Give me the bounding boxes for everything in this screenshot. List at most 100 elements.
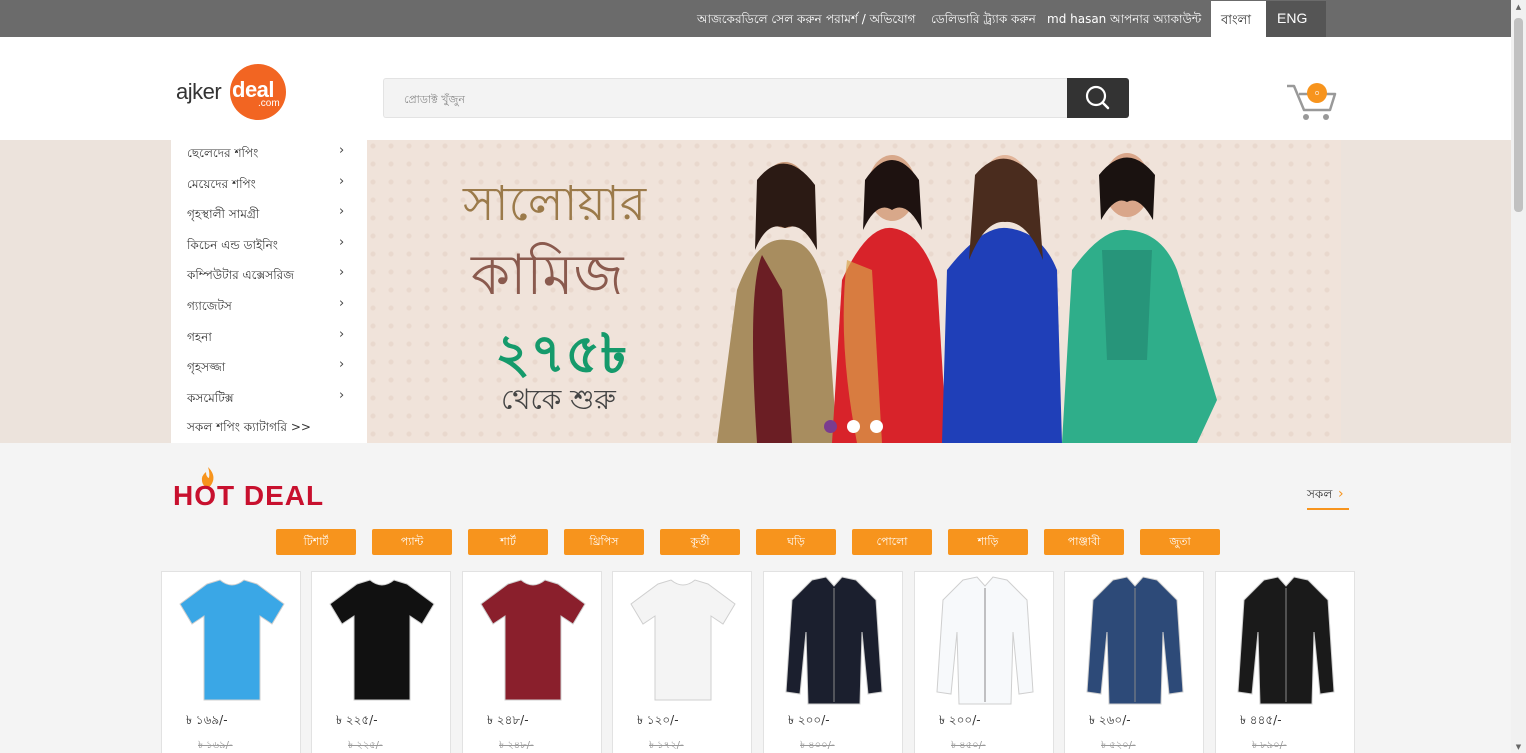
category-label: কিচেন এন্ড ডাইনিং bbox=[187, 238, 278, 252]
scroll-down-arrow-icon[interactable]: ▼ bbox=[1514, 744, 1523, 751]
tab-shirt[interactable]: শার্ট bbox=[468, 529, 548, 555]
product-card[interactable]: ৳ ১৬৯/- ৳ ১৬৯/- bbox=[161, 571, 301, 753]
tab-threepiece[interactable]: থ্রিপিস bbox=[564, 529, 644, 555]
product-image bbox=[630, 579, 736, 701]
tab-panjabi[interactable]: পাঞ্জাবী bbox=[1044, 529, 1124, 555]
product-old-price: ৳ ১৬৯/- bbox=[198, 740, 233, 751]
carousel-dot-1[interactable] bbox=[824, 420, 837, 433]
see-all-link[interactable]: সকল › bbox=[1307, 486, 1349, 510]
tab-pant[interactable]: প্যান্ট bbox=[372, 529, 452, 555]
chevron-right-icon: › bbox=[339, 327, 345, 342]
product-old-price: ৳ ৮৯০/- bbox=[1252, 740, 1287, 751]
category-label: মেয়েদের শপিং bbox=[187, 177, 256, 191]
product-image bbox=[329, 579, 435, 701]
chevron-right-icon: › bbox=[339, 388, 345, 403]
see-all-label: সকল bbox=[1307, 487, 1333, 501]
all-categories-link[interactable]: সকল শপিং ক্যাটাগরি >> bbox=[187, 419, 311, 439]
search-input[interactable]: প্রোডাক্ট খুঁজুন bbox=[383, 78, 1068, 118]
banner-from-text: থেকে শুরু bbox=[501, 383, 616, 416]
category-item-kitchen[interactable]: কিচেন এন্ড ডাইনিং › bbox=[187, 235, 357, 267]
chevron-right-icon: › bbox=[339, 265, 345, 280]
product-image bbox=[179, 579, 285, 701]
product-old-price: ৳ ৪৫০/- bbox=[951, 740, 986, 751]
chevron-right-icon: › bbox=[339, 174, 345, 189]
chevron-right-icon: › bbox=[339, 357, 345, 372]
garment-shape bbox=[630, 579, 736, 701]
category-item-cosmetics[interactable]: কসমেটিক্স › bbox=[187, 388, 357, 420]
chevron-right-icon: › bbox=[339, 296, 345, 311]
chevron-right-icon: › bbox=[339, 204, 345, 219]
product-card[interactable]: ৳ ২২৫/- ৳ ২২৫/- bbox=[311, 571, 451, 753]
category-item-boys[interactable]: ছেলেদের শপিং › bbox=[187, 143, 357, 175]
site-logo[interactable]: ajker deal .com bbox=[174, 64, 289, 120]
product-card[interactable]: ৳ ২০০/- ৳ ৪০০/- bbox=[763, 571, 903, 753]
product-old-price: ৳ ৫২০/- bbox=[1101, 740, 1136, 751]
product-card[interactable]: ৳ ২৬০/- ৳ ৫২০/- bbox=[1064, 571, 1204, 753]
models-image bbox=[717, 153, 1217, 443]
search-icon bbox=[1085, 85, 1110, 110]
category-label: কম্পিউটার এক্সেসরিজ bbox=[187, 268, 294, 282]
category-label: গ্যাজেটস bbox=[187, 299, 232, 313]
garment-shape bbox=[179, 579, 285, 701]
product-card[interactable]: ৳ ৪৪৫/- ৳ ৮৯০/- bbox=[1215, 571, 1355, 753]
logo-text-com: .com bbox=[258, 98, 280, 109]
product-image bbox=[1086, 576, 1184, 705]
product-old-price: ৳ ১৭২/- bbox=[649, 740, 684, 751]
product-price: ৳ ১৬৯/- bbox=[186, 713, 228, 727]
garment-shape bbox=[480, 579, 586, 701]
tab-tshirt[interactable]: টিশার্ট bbox=[276, 529, 356, 555]
logo-text-ajker: ajker bbox=[176, 79, 222, 104]
category-label: গৃহস্থালী সামগ্রী bbox=[187, 207, 260, 221]
scrollbar-thumb[interactable] bbox=[1514, 18, 1523, 212]
category-item-girls[interactable]: মেয়েদের শপিং › bbox=[187, 174, 357, 206]
category-item-gadgets[interactable]: গ্যাজেটস › bbox=[187, 296, 357, 328]
account-link[interactable]: md hasan আপনার অ্যাকাউন্ট bbox=[1047, 11, 1201, 31]
tab-watch[interactable]: ঘড়ি bbox=[756, 529, 836, 555]
product-old-price: ৳ ২২৫/- bbox=[348, 740, 383, 751]
product-old-price: ৳ ২৪৮/- bbox=[499, 740, 534, 751]
chevron-right-icon: › bbox=[339, 143, 345, 158]
category-label: গৃহসজ্জা bbox=[187, 360, 226, 374]
product-price: ৳ ৪৪৫/- bbox=[1240, 713, 1282, 727]
product-price: ৳ ১২০/- bbox=[637, 713, 679, 727]
tab-saree[interactable]: শাড়ি bbox=[948, 529, 1028, 555]
product-card[interactable]: ৳ ২০০/- ৳ ৪৫০/- bbox=[914, 571, 1054, 753]
product-price: ৳ ২০০/- bbox=[939, 713, 981, 727]
product-card[interactable]: ৳ ১২০/- ৳ ১৭২/- bbox=[612, 571, 752, 753]
product-price: ৳ ২৬০/- bbox=[1089, 713, 1131, 727]
feedback-link[interactable]: পরামর্শ / অভিযোগ bbox=[826, 11, 916, 31]
garment-shape bbox=[329, 579, 435, 701]
category-item-decor[interactable]: গৃহসজ্জা › bbox=[187, 357, 357, 389]
tab-polo[interactable]: পোলো bbox=[852, 529, 932, 555]
lang-bangla-button[interactable]: বাংলা bbox=[1211, 1, 1266, 37]
tab-kurti[interactable]: কূর্তী bbox=[660, 529, 740, 555]
search-button[interactable] bbox=[1067, 78, 1129, 118]
promo-banner[interactable]: সালোয়ার কামিজ ২৭৫৳ থেকে শুরু bbox=[367, 140, 1341, 443]
sell-link[interactable]: আজকেরডিলে সেল করুন bbox=[697, 11, 822, 31]
category-item-computer[interactable]: কম্পিউটার এক্সেসরিজ › bbox=[187, 265, 357, 297]
product-price: ৳ ২০০/- bbox=[788, 713, 830, 727]
category-item-jewelry[interactable]: গহনা › bbox=[187, 327, 357, 359]
hot-deal-heading: HOT DEAL bbox=[173, 466, 353, 511]
lang-english-button[interactable]: ENG bbox=[1266, 1, 1326, 37]
category-label: গহনা bbox=[187, 330, 212, 344]
chevron-right-icon: › bbox=[339, 235, 345, 250]
product-image bbox=[785, 576, 883, 705]
product-price: ৳ ২৪৮/- bbox=[487, 713, 529, 727]
product-image bbox=[936, 576, 1034, 705]
category-label: ছেলেদের শপিং bbox=[187, 146, 259, 160]
category-label: কসমেটিক্স bbox=[187, 391, 234, 405]
carousel-dot-2[interactable] bbox=[847, 420, 860, 433]
category-menu: ছেলেদের শপিং › মেয়েদের শপিং › গৃহস্থালী স… bbox=[171, 140, 367, 443]
product-image bbox=[1237, 576, 1335, 705]
product-card[interactable]: ৳ ২৪৮/- ৳ ২৪৮/- bbox=[462, 571, 602, 753]
chevron-right-icon: › bbox=[1338, 486, 1344, 502]
tab-shoes[interactable]: জুতা bbox=[1140, 529, 1220, 555]
top-bar: আজকেরডিলে সেল করুন পরামর্শ / অভিযোগ ডেলি… bbox=[0, 0, 1511, 37]
cart-count-badge: ০ bbox=[1307, 83, 1327, 103]
track-delivery-link[interactable]: ডেলিভারি ট্র্যাক করুন bbox=[931, 11, 1036, 31]
category-item-household[interactable]: গৃহস্থালী সামগ্রী › bbox=[187, 204, 357, 236]
scroll-up-arrow-icon[interactable]: ▲ bbox=[1514, 4, 1523, 11]
product-price: ৳ ২২৫/- bbox=[336, 713, 378, 727]
carousel-dot-3[interactable] bbox=[870, 420, 883, 433]
